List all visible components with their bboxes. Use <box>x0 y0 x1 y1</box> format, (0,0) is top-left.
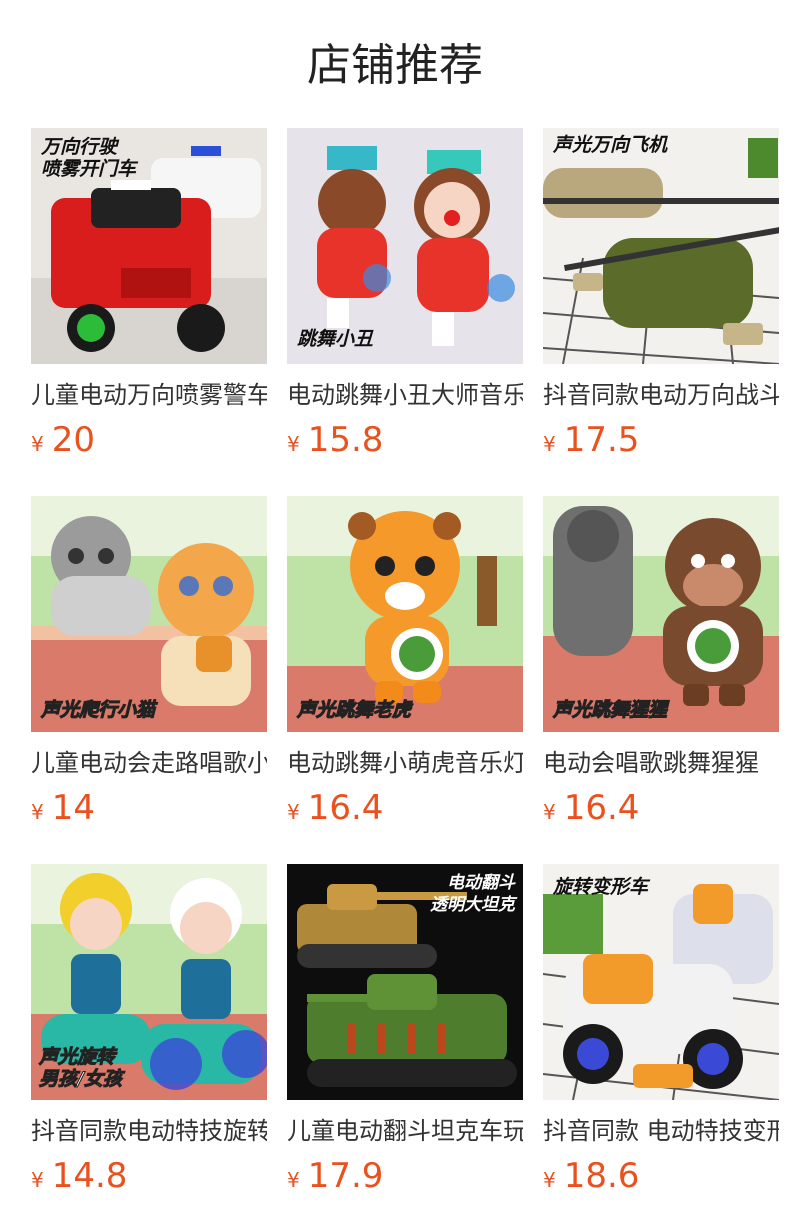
product-price: ¥18.6 <box>543 1154 779 1198</box>
image-overlay-text: 万向行驶 喷雾开门车 <box>41 136 137 180</box>
product-price: ¥15.8 <box>287 418 523 462</box>
helicopter-toy-image <box>543 128 779 364</box>
product-grid: 万向行驶 喷雾开门车 儿童电动万向喷雾警车 ¥20 跳舞小丑 电动跳舞小丑大师音… <box>31 128 790 1232</box>
product-image[interactable]: 跳舞小丑 <box>287 128 523 364</box>
product-price: ¥17.5 <box>543 418 779 462</box>
product-image[interactable]: 电动翻斗 透明大坦克 <box>287 864 523 1100</box>
currency-symbol: ¥ <box>543 800 556 824</box>
currency-symbol: ¥ <box>543 432 556 456</box>
product-image[interactable]: 声光旋转 男孩/女孩 <box>31 864 267 1100</box>
product-name[interactable]: 抖音同款电动万向战斗机 <box>543 378 779 412</box>
transforming-motorbike-toy-image <box>543 864 779 1100</box>
image-overlay-text: 声光旋转 男孩/女孩 <box>39 1046 123 1091</box>
image-overlay-text: 电动翻斗 透明大坦克 <box>430 873 515 915</box>
product-name[interactable]: 抖音同款电动特技旋转平衡车 <box>31 1114 267 1148</box>
product-card[interactable]: 声光旋转 男孩/女孩 抖音同款电动特技旋转平衡车 ¥14.8 <box>31 864 267 1232</box>
product-card[interactable]: 跳舞小丑 电动跳舞小丑大师音乐 ¥15.8 <box>287 128 523 496</box>
price-value: 16.4 <box>307 788 384 828</box>
product-card[interactable]: 万向行驶 喷雾开门车 儿童电动万向喷雾警车 ¥20 <box>31 128 267 496</box>
price-value: 14.8 <box>51 1156 128 1196</box>
product-name[interactable]: 儿童电动万向喷雾警车 <box>31 378 267 412</box>
price-value: 14 <box>51 788 95 828</box>
price-value: 15.8 <box>307 420 384 460</box>
image-overlay-text: 跳舞小丑 <box>297 328 374 350</box>
price-value: 18.6 <box>563 1156 640 1196</box>
product-name[interactable]: 电动跳舞小丑大师音乐 <box>287 378 523 412</box>
product-image[interactable]: 声光爬行小猫 <box>31 496 267 732</box>
price-value: 20 <box>51 420 95 460</box>
image-overlay-text: 旋转变形车 <box>553 876 649 898</box>
product-name[interactable]: 电动会唱歌跳舞猩猩 <box>543 746 779 780</box>
product-image[interactable]: 声光跳舞老虎 <box>287 496 523 732</box>
product-image[interactable]: 声光万向飞机 <box>543 128 779 364</box>
product-name[interactable]: 电动跳舞小萌虎音乐灯光 <box>287 746 523 780</box>
currency-symbol: ¥ <box>287 432 300 456</box>
image-overlay-text: 声光爬行小猫 <box>40 699 156 722</box>
currency-symbol: ¥ <box>543 1168 556 1192</box>
product-name[interactable]: 抖音同款 电动特技变形摩托 <box>543 1114 779 1148</box>
crawling-cat-toy-image <box>31 496 267 732</box>
dancing-tiger-toy-image <box>287 496 523 732</box>
product-image[interactable]: 旋转变形车 <box>543 864 779 1100</box>
product-price: ¥14 <box>31 786 267 830</box>
section-title: 店铺推荐 <box>307 40 483 91</box>
currency-symbol: ¥ <box>31 1168 44 1192</box>
price-value: 16.4 <box>563 788 640 828</box>
currency-symbol: ¥ <box>287 800 300 824</box>
currency-symbol: ¥ <box>31 432 44 456</box>
product-name[interactable]: 儿童电动翻斗坦克车玩具 <box>287 1114 523 1148</box>
product-price: ¥17.9 <box>287 1154 523 1198</box>
product-price: ¥20 <box>31 418 267 462</box>
product-image[interactable]: 声光跳舞猩猩 <box>543 496 779 732</box>
product-card[interactable]: 声光跳舞猩猩 电动会唱歌跳舞猩猩 ¥16.4 <box>543 496 779 864</box>
product-price: ¥16.4 <box>287 786 523 830</box>
price-value: 17.5 <box>563 420 640 460</box>
image-overlay-text: 声光跳舞猩猩 <box>552 699 668 722</box>
product-card[interactable]: 声光爬行小猫 儿童电动会走路唱歌小猫 ¥14 <box>31 496 267 864</box>
product-card[interactable]: 声光跳舞老虎 电动跳舞小萌虎音乐灯光 ¥16.4 <box>287 496 523 864</box>
currency-symbol: ¥ <box>287 1168 300 1192</box>
image-overlay-text: 声光跳舞老虎 <box>296 699 412 722</box>
product-name[interactable]: 儿童电动会走路唱歌小猫 <box>31 746 267 780</box>
product-price: ¥14.8 <box>31 1154 267 1198</box>
price-value: 17.9 <box>307 1156 384 1196</box>
product-card[interactable]: 声光万向飞机 抖音同款电动万向战斗机 ¥17.5 <box>543 128 779 496</box>
product-card[interactable]: 电动翻斗 透明大坦克 儿童电动翻斗坦克车玩具 ¥17.9 <box>287 864 523 1232</box>
product-image[interactable]: 万向行驶 喷雾开门车 <box>31 128 267 364</box>
currency-symbol: ¥ <box>31 800 44 824</box>
product-card[interactable]: 旋转变形车 抖音同款 电动特技变形摩托 ¥18.6 <box>543 864 779 1232</box>
image-overlay-text: 声光万向飞机 <box>553 134 668 156</box>
product-price: ¥16.4 <box>543 786 779 830</box>
dancing-gorilla-toy-image <box>543 496 779 732</box>
